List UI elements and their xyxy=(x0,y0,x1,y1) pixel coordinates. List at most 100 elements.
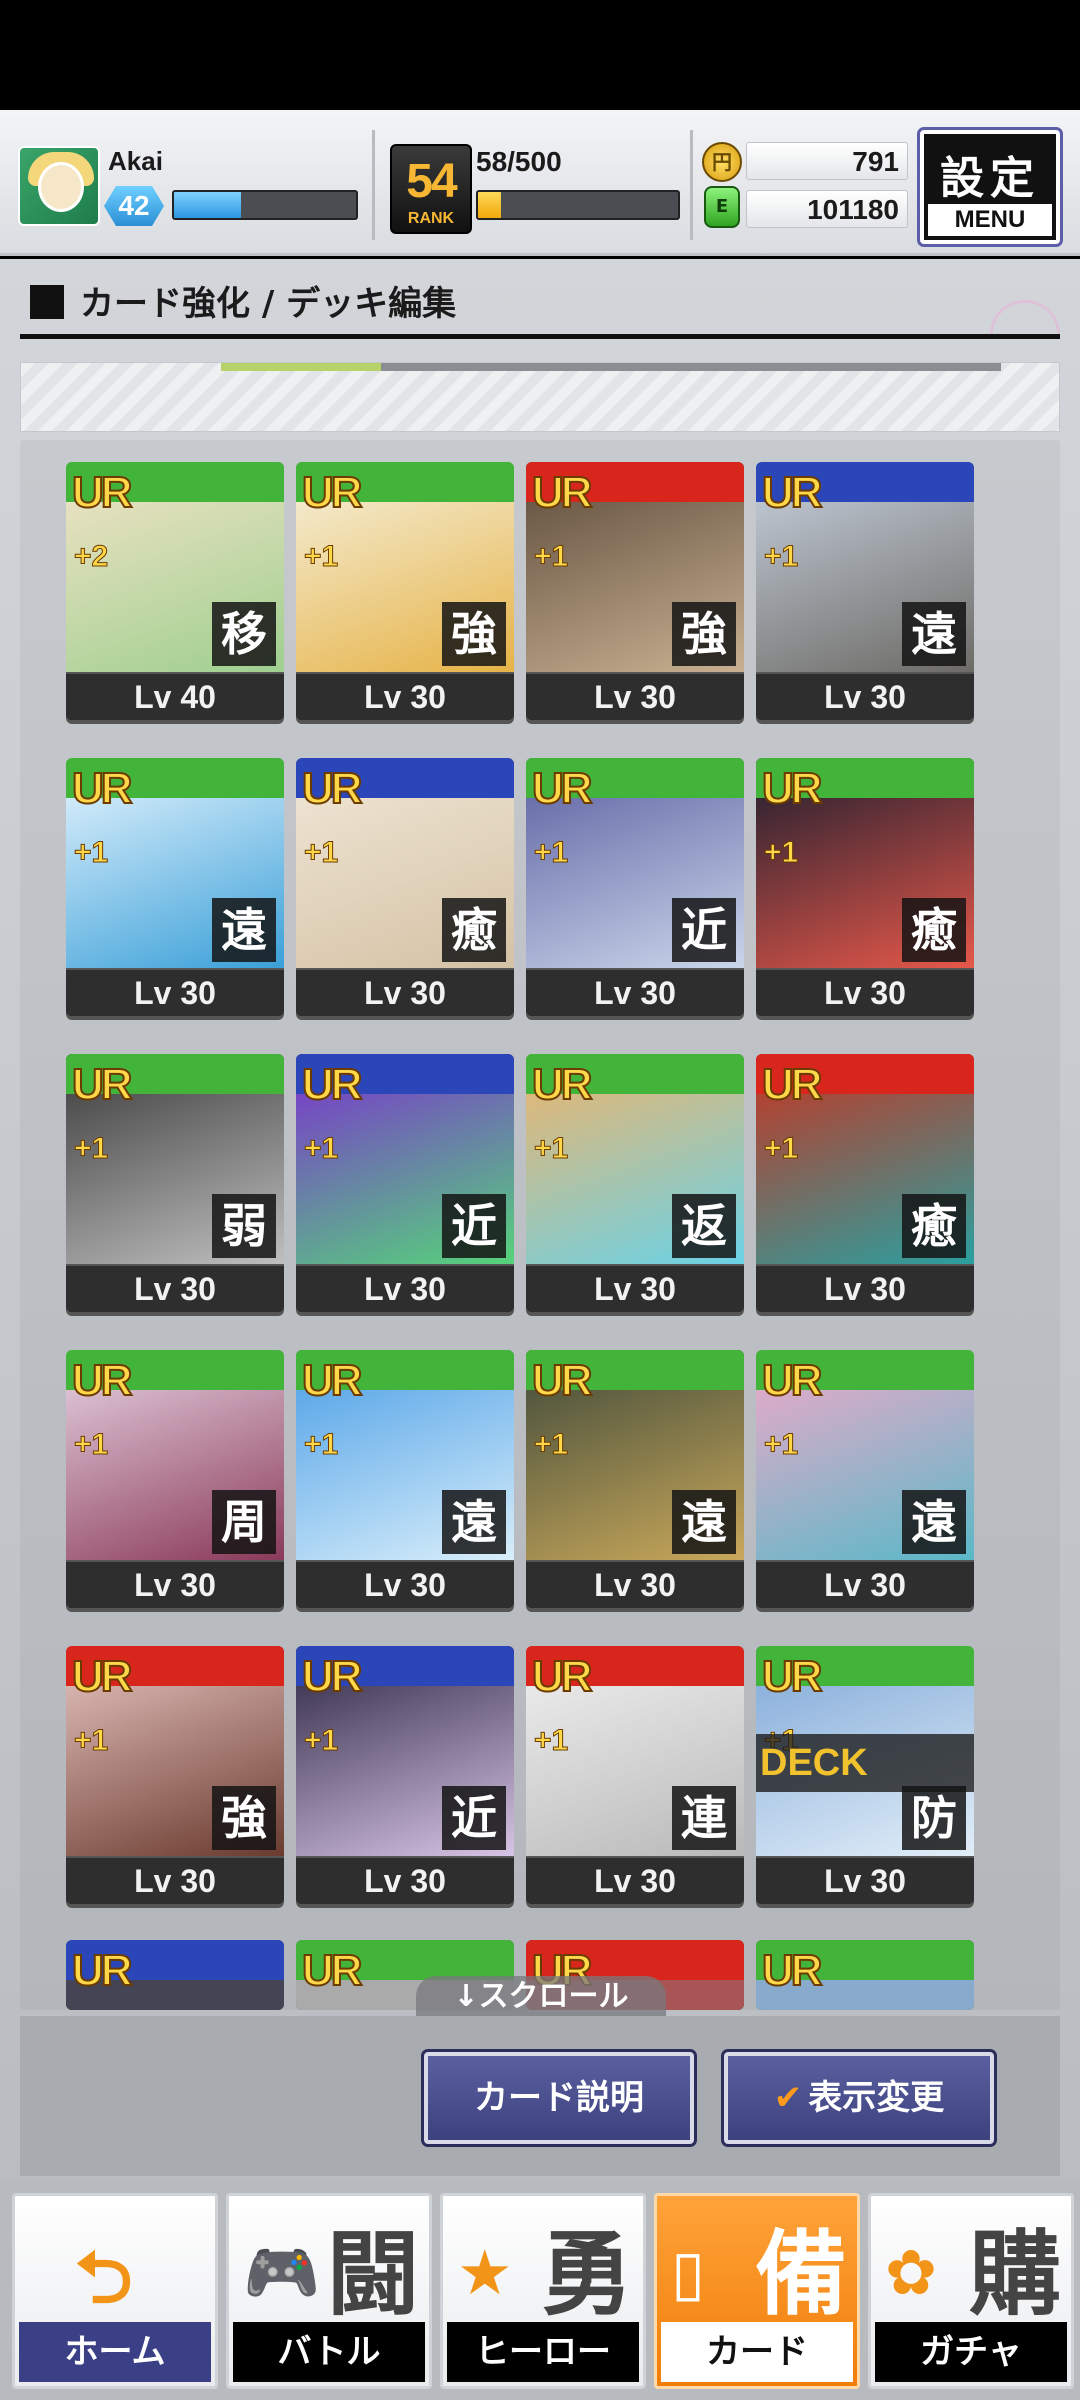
coin-count: 791 xyxy=(746,142,908,180)
page-title: カード強化 / デッキ編集 xyxy=(30,276,456,325)
nav-card[interactable]: 備 ▯ カード xyxy=(654,2193,860,2389)
card-level: Lv 40 xyxy=(66,672,284,720)
plus-value: +1 xyxy=(73,836,109,870)
nav-hero-icon: ★ xyxy=(457,2236,513,2309)
nav-battle-icon: 🎮 xyxy=(243,2236,321,2309)
role-badge: 近 xyxy=(442,1194,506,1258)
header-divider xyxy=(372,130,375,240)
menu-label: MENU xyxy=(928,204,1052,236)
plus-value: +1 xyxy=(763,540,799,574)
nav-battle[interactable]: 闘 🎮 バトル xyxy=(226,2193,432,2389)
rank-progress-bar xyxy=(476,190,680,220)
card-item[interactable]: UR +1 近 Lv 30 xyxy=(296,1646,514,1904)
rarity-label: UR xyxy=(301,1355,364,1406)
rarity-label: UR xyxy=(301,1059,364,1110)
rarity-label: UR xyxy=(761,1355,824,1406)
card-item[interactable]: UR +1 周 Lv 30 xyxy=(66,1350,284,1608)
nav-label: ヒーロー xyxy=(447,2322,639,2382)
plus-value: +1 xyxy=(73,1428,109,1462)
rarity-label: UR xyxy=(301,1945,364,1996)
nav-home[interactable]: ⮌ ホーム xyxy=(12,2193,218,2389)
card-item[interactable]: UR +1 近 Lv 30 xyxy=(526,758,744,1016)
card-item[interactable]: UR +1 遠 Lv 30 xyxy=(526,1350,744,1608)
card-level: Lv 30 xyxy=(66,1856,284,1904)
nav-gacha[interactable]: 購 ✿ ガチャ xyxy=(868,2193,1074,2389)
role-badge: 返 xyxy=(672,1194,736,1258)
card-level: Lv 30 xyxy=(526,1856,744,1904)
card-level: Lv 30 xyxy=(526,672,744,720)
nav-label: カード xyxy=(661,2322,853,2382)
rarity-label: UR xyxy=(301,467,364,518)
header-divider xyxy=(690,130,693,240)
avatar[interactable] xyxy=(18,146,100,226)
role-badge: 強 xyxy=(672,602,736,666)
rarity-label: UR xyxy=(761,1945,824,1996)
card-item[interactable]: UR xyxy=(756,1940,974,2010)
plus-value: +1 xyxy=(533,1428,569,1462)
plus-value: +1 xyxy=(303,1428,339,1462)
plus-value: +1 xyxy=(533,1724,569,1758)
card-item[interactable]: UR +1 癒 Lv 30 xyxy=(756,1054,974,1312)
card-item[interactable]: UR +1 近 Lv 30 xyxy=(296,1054,514,1312)
role-badge: 連 xyxy=(672,1786,736,1850)
coin-icon: 円 xyxy=(702,142,742,182)
card-item[interactable]: UR +1 遠 Lv 30 xyxy=(756,1350,974,1608)
rarity-label: UR xyxy=(761,1059,824,1110)
role-badge: 癒 xyxy=(902,1194,966,1258)
card-item[interactable]: UR +1 弱 Lv 30 xyxy=(66,1054,284,1312)
card-item[interactable]: UR +1 遠 Lv 30 xyxy=(296,1350,514,1608)
card-level: Lv 30 xyxy=(66,968,284,1016)
card-item[interactable]: UR +1 強 Lv 30 xyxy=(296,462,514,720)
card-level: Lv 30 xyxy=(756,1856,974,1904)
status-bar xyxy=(0,0,1080,110)
card-item[interactable]: UR +2 移 Lv 40 xyxy=(66,462,284,720)
plus-value: +1 xyxy=(533,540,569,574)
role-badge: 遠 xyxy=(902,1490,966,1554)
card-item[interactable]: UR +1 癒 Lv 30 xyxy=(296,758,514,1016)
card-item[interactable]: UR +1 連 Lv 30 xyxy=(526,1646,744,1904)
rarity-label: UR xyxy=(301,1651,364,1702)
rarity-label: UR xyxy=(531,1059,594,1110)
card-item[interactable]: UR +1 強 Lv 30 xyxy=(526,462,744,720)
plus-value: +1 xyxy=(303,1724,339,1758)
card-level: Lv 30 xyxy=(296,1856,514,1904)
title-rule xyxy=(20,334,1060,339)
rarity-label: UR xyxy=(71,1355,134,1406)
card-item[interactable]: UR +1 強 Lv 30 xyxy=(66,1646,284,1904)
plus-value: +1 xyxy=(533,836,569,870)
rarity-label: UR xyxy=(531,467,594,518)
energy-count: 101180 xyxy=(746,190,908,228)
role-badge: 癒 xyxy=(442,898,506,962)
rarity-label: UR xyxy=(71,1651,134,1702)
role-badge: 遠 xyxy=(442,1490,506,1554)
rank-number: 54 xyxy=(406,155,457,208)
exp-bar xyxy=(172,190,358,220)
card-level: Lv 30 xyxy=(526,1560,744,1608)
role-badge: 近 xyxy=(672,898,736,962)
menu-button[interactable]: 設定 MENU xyxy=(917,127,1063,247)
card-level: Lv 30 xyxy=(526,1264,744,1312)
card-item[interactable]: UR xyxy=(66,1940,284,2010)
role-badge: 移 xyxy=(212,602,276,666)
role-badge: 癒 xyxy=(902,898,966,962)
card-grid[interactable]: UR +2 移 Lv 40 UR +1 強 Lv 30 UR +1 強 Lv 30 UR +1 遠 Lv 30… xyxy=(20,440,1060,2010)
view-change-button[interactable]: ✔ 表示変更 xyxy=(721,2049,997,2147)
nav-kanji: 購 xyxy=(968,2221,1061,2328)
rank-badge: 54 RANK xyxy=(390,144,472,234)
plus-value: +1 xyxy=(73,1724,109,1758)
nav-label: ホーム xyxy=(19,2322,211,2382)
deck-badge: DECK xyxy=(756,1734,974,1792)
plus-value: +1 xyxy=(763,836,799,870)
card-item[interactable]: UR +1 返 Lv 30 xyxy=(526,1054,744,1312)
card-level: Lv 30 xyxy=(296,672,514,720)
level-badge: 42 xyxy=(104,186,164,226)
card-item[interactable]: UR +1 遠 Lv 30 xyxy=(66,758,284,1016)
card-item[interactable]: UR +1 遠 Lv 30 xyxy=(756,462,974,720)
nav-hero[interactable]: 勇 ★ ヒーロー xyxy=(440,2193,646,2389)
plus-value: +1 xyxy=(763,1132,799,1166)
card-level: Lv 30 xyxy=(756,672,974,720)
card-item[interactable]: UR +1 癒 Lv 30 xyxy=(756,758,974,1016)
card-description-button[interactable]: カード説明 xyxy=(421,2049,697,2147)
card-item[interactable]: UR+1DECK防Lv 30 xyxy=(756,1646,974,1904)
role-badge: 遠 xyxy=(212,898,276,962)
